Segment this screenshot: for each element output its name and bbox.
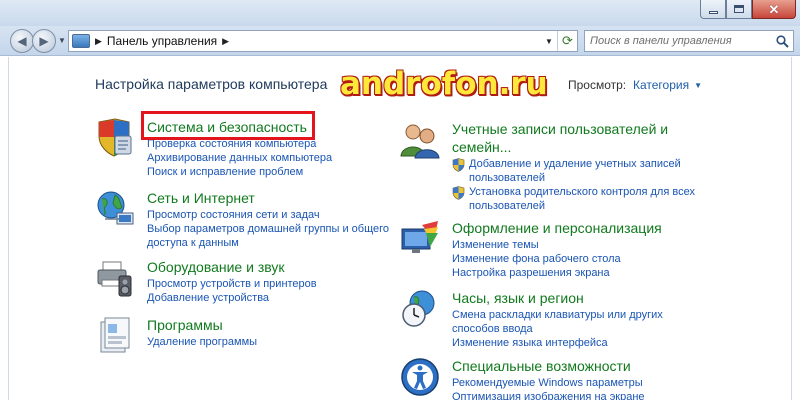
view-by-value: Категория bbox=[633, 78, 690, 92]
minimize-icon bbox=[708, 10, 718, 14]
arrow-left-icon: ◀ bbox=[17, 34, 27, 48]
address-bar[interactable]: ▶ Панель управления ▶ ▼ ⟳ bbox=[68, 30, 578, 52]
clock-globe-icon bbox=[402, 290, 435, 327]
printer-speaker-icon bbox=[97, 261, 132, 297]
minimize-button[interactable] bbox=[700, 0, 726, 19]
search-box bbox=[584, 30, 794, 52]
link-change-keyboard-cont[interactable]: способов ввода bbox=[452, 322, 752, 336]
link-optimize-display[interactable]: Оптимизация изображения на экране bbox=[452, 390, 752, 400]
link-recommended-settings[interactable]: Рекомендуемые Windows параметры bbox=[452, 376, 752, 390]
chevron-right-icon[interactable]: ▶ bbox=[222, 36, 229, 47]
recent-pages-dropdown[interactable]: ▼ bbox=[58, 36, 66, 45]
link-uninstall-program[interactable]: Удаление программы bbox=[147, 335, 397, 349]
page-title: Настройка параметров компьютера bbox=[95, 76, 328, 92]
maximize-button[interactable] bbox=[726, 0, 752, 19]
link-change-wallpaper[interactable]: Изменение фона рабочего стола bbox=[452, 252, 752, 266]
category-title[interactable]: Специальные возможности bbox=[452, 357, 752, 375]
category-title-cont[interactable]: семейн... bbox=[452, 138, 752, 156]
search-input[interactable] bbox=[585, 32, 771, 50]
maximize-icon bbox=[734, 5, 744, 13]
shield-checklist-icon bbox=[98, 118, 132, 157]
link-change-theme[interactable]: Изменение темы bbox=[452, 238, 752, 252]
link-check-computer-status[interactable]: Проверка состояния компьютера bbox=[147, 137, 397, 151]
back-button[interactable]: ◀ bbox=[10, 29, 34, 53]
breadcrumb-control-panel[interactable]: Панель управления bbox=[107, 34, 217, 48]
link-parental-controls[interactable]: Установка родительского контроля для все… bbox=[452, 185, 752, 200]
link-parental-controls-cont[interactable]: пользователей bbox=[452, 199, 752, 213]
link-add-remove-accounts[interactable]: Добавление и удаление учетных записей bbox=[452, 157, 752, 172]
link-backup-computer[interactable]: Архивирование данных компьютера bbox=[147, 151, 397, 165]
programs-icon bbox=[100, 317, 130, 353]
link-change-display-language[interactable]: Изменение языка интерфейса bbox=[452, 336, 752, 350]
uac-shield-icon bbox=[452, 158, 465, 172]
accessibility-icon bbox=[401, 358, 439, 396]
link-network-status[interactable]: Просмотр состояния сети и задач bbox=[147, 208, 397, 222]
globe-network-icon bbox=[97, 191, 134, 225]
link-troubleshoot[interactable]: Поиск и исправление проблем bbox=[147, 165, 397, 179]
link-label: пользователей bbox=[469, 200, 545, 212]
chevron-down-icon: ▼ bbox=[694, 80, 703, 90]
link-add-remove-accounts-cont[interactable]: пользователей bbox=[452, 171, 752, 185]
category-title[interactable]: Оборудование и звук bbox=[147, 258, 397, 276]
category-title[interactable]: Система и безопасность bbox=[147, 118, 397, 136]
link-label: Установка родительского контроля для все… bbox=[469, 186, 695, 198]
personalization-icon bbox=[401, 221, 438, 253]
category-title[interactable]: Программы bbox=[147, 316, 397, 334]
forward-button[interactable]: ▶ bbox=[32, 29, 56, 53]
address-dropdown-button[interactable]: ▼ bbox=[541, 37, 557, 46]
search-button[interactable] bbox=[771, 31, 793, 51]
users-icon bbox=[400, 124, 440, 159]
arrow-right-icon: ▶ bbox=[39, 34, 49, 48]
uac-shield-icon bbox=[452, 186, 465, 200]
link-add-device[interactable]: Добавление устройства bbox=[147, 291, 397, 305]
window-titlebar: ✕ bbox=[0, 0, 800, 26]
control-panel-icon bbox=[72, 34, 90, 48]
chevron-right-icon[interactable]: ▶ bbox=[95, 36, 102, 47]
close-button[interactable]: ✕ bbox=[752, 0, 796, 19]
category-title[interactable]: Сеть и Интернет bbox=[147, 189, 397, 207]
link-label: Добавление и удаление учетных записей bbox=[469, 158, 681, 170]
view-by-select[interactable]: Категория ▼ bbox=[633, 78, 702, 92]
close-icon: ✕ bbox=[768, 1, 780, 17]
category-title[interactable]: Учетные записи пользователей и bbox=[452, 120, 752, 138]
link-screen-resolution[interactable]: Настройка разрешения экрана bbox=[452, 266, 752, 280]
navigation-bar: ◀ ▶ ▼ ▶ Панель управления ▶ ▼ ⟳ bbox=[0, 26, 800, 56]
refresh-button[interactable]: ⟳ bbox=[557, 31, 577, 51]
link-change-keyboard[interactable]: Смена раскладки клавиатуры или других bbox=[452, 308, 752, 322]
watermark: androfon.ru bbox=[340, 66, 548, 102]
category-title[interactable]: Оформление и персонализация bbox=[452, 219, 752, 237]
link-homegroup-options[interactable]: Выбор параметров домашней группы и общег… bbox=[147, 222, 397, 236]
link-homegroup-options-cont[interactable]: доступа к данным bbox=[147, 236, 397, 250]
link-devices-printers[interactable]: Просмотр устройств и принтеров bbox=[147, 277, 397, 291]
refresh-icon: ⟳ bbox=[562, 33, 573, 48]
category-title[interactable]: Часы, язык и регион bbox=[452, 289, 752, 307]
view-by-label: Просмотр: bbox=[568, 78, 627, 92]
link-label: пользователей bbox=[469, 172, 545, 184]
window-controls: ✕ bbox=[700, 0, 796, 19]
search-icon bbox=[775, 34, 789, 48]
